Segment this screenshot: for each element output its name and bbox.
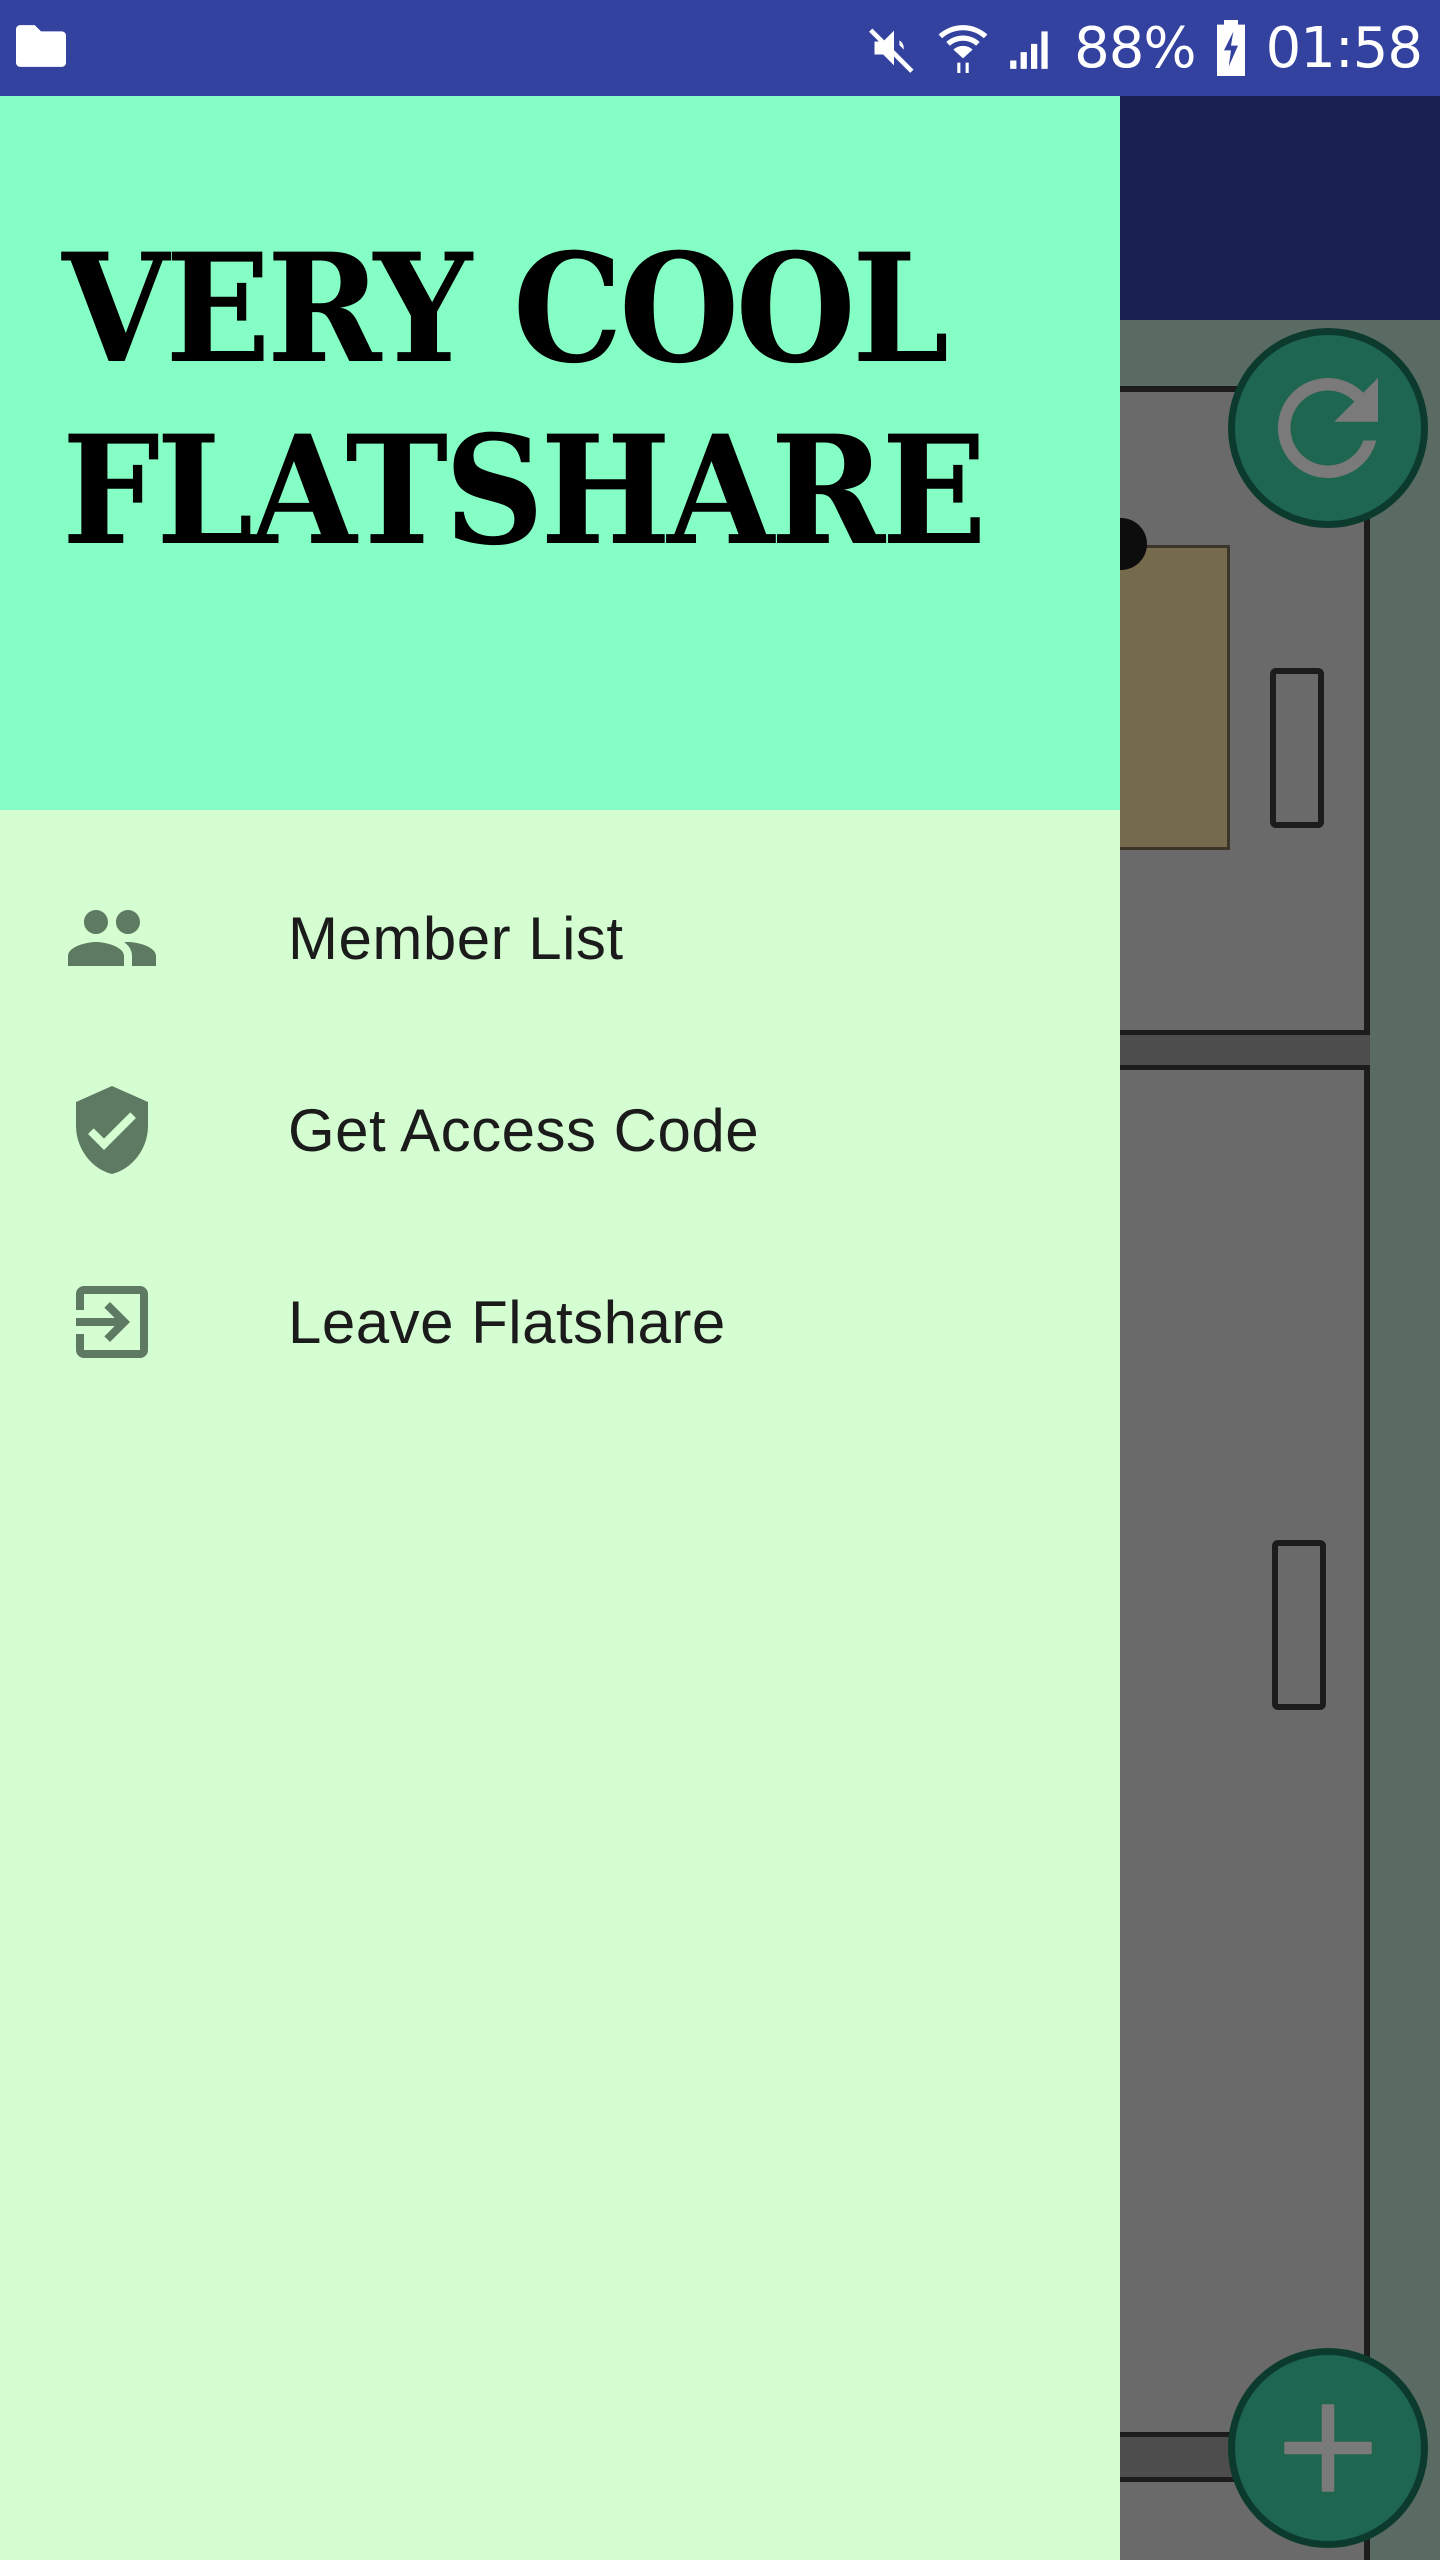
clock: 01:58 [1265, 15, 1423, 81]
exit-to-app-icon [62, 1272, 162, 1372]
verified-shield-icon [62, 1080, 162, 1180]
menu-item-get-access-code[interactable]: Get Access Code [0, 1034, 1120, 1226]
battery-percent: 88% [1074, 15, 1196, 81]
battery-charging-icon [1216, 20, 1245, 76]
drawer-header: VERY COOL FLATSHARE [0, 96, 1120, 810]
signal-icon [1010, 31, 1048, 69]
group-icon [62, 888, 162, 988]
status-indicators: 88% 01:58 [868, 0, 1423, 96]
flatshare-title: VERY COOL FLATSHARE [62, 221, 987, 579]
status-bar: 88% 01:58 [0, 0, 1440, 96]
navigation-drawer: VERY COOL FLATSHARE Member List Get Acce… [0, 96, 1120, 2560]
menu-label-get-access-code: Get Access Code [288, 1096, 760, 1164]
menu-item-member-list[interactable]: Member List [0, 842, 1120, 1034]
app-screen: 88% 01:58 VERY COOL FLATSHARE Member Lis… [0, 0, 1440, 2560]
menu-item-leave-flatshare[interactable]: Leave Flatshare [0, 1226, 1120, 1418]
mute-icon [869, 28, 914, 73]
menu-label-member-list: Member List [288, 904, 624, 972]
folder-icon [16, 24, 66, 72]
menu-label-leave-flatshare: Leave Flatshare [288, 1288, 726, 1356]
drawer-menu: Member List Get Access Code Leave Flatsh… [0, 842, 1120, 1418]
wifi-icon [938, 25, 988, 73]
